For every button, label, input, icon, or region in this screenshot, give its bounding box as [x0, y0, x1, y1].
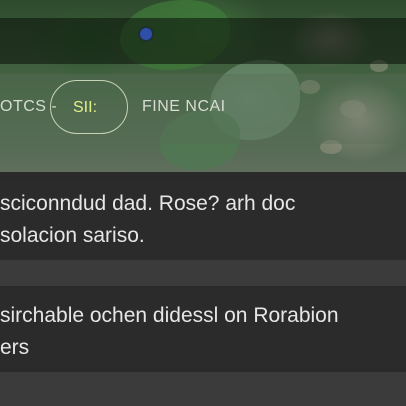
list-item-line: sirchable ochen didessl on Rorabion: [0, 304, 339, 327]
tab-sii-active[interactable]: SII:: [50, 80, 128, 134]
list-item[interactable]: sirchable ochen didessl on Rorabion ers: [0, 288, 406, 368]
tab-otcs[interactable]: OTCS -: [0, 98, 57, 116]
list-item-line: sciconndud dad. Rose? arh doc: [0, 192, 296, 215]
divider: [0, 372, 406, 406]
tab-fine-ncai[interactable]: FINE NCAI: [142, 98, 226, 116]
list-item-line: solacion sariso.: [0, 224, 145, 247]
list-item[interactable]: sciconndud dad. Rose? arh doc solacion s…: [0, 180, 406, 260]
top-bar: [0, 18, 406, 64]
tab-label: SII:: [73, 99, 98, 116]
status-dot-icon[interactable]: [140, 28, 152, 40]
list-item-line: ers: [0, 336, 30, 359]
divider: [0, 260, 406, 286]
